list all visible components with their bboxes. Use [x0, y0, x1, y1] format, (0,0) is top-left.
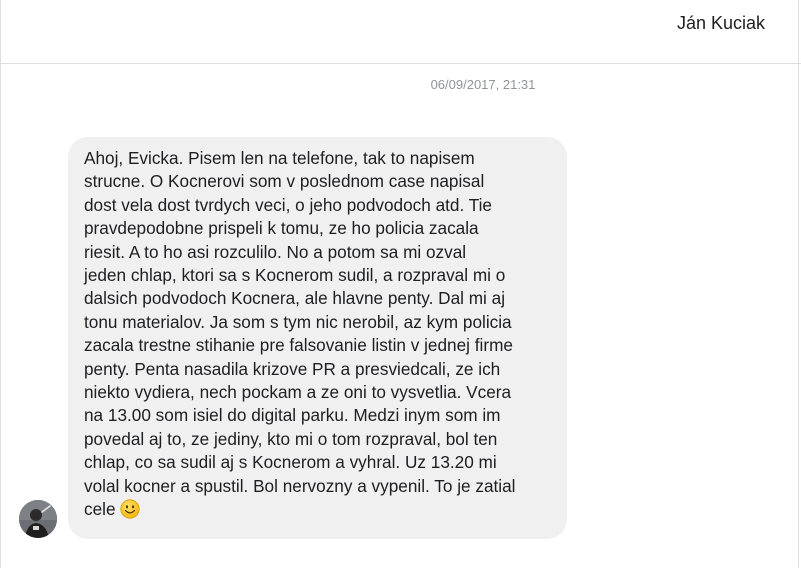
message-line: strucne. O Kocnerovi som v poslednom cas… — [84, 171, 485, 192]
message-timestamp: 06/09/2017, 21:31 — [430, 77, 536, 92]
smiling-face-icon — [119, 499, 140, 519]
message-line: Ahoj, Evicka. Pisem len na telefone, tak… — [84, 148, 475, 168]
message-line: cele — [84, 499, 116, 520]
message-last-line: cele — [84, 498, 549, 521]
conversation-header: Ján Kuciak — [0, 0, 801, 64]
message-line: volal kocner a spustil. Bol nervozny a v… — [84, 475, 516, 496]
message-line: dalsich podvodoch Kocnera, ale hlavne pe… — [84, 288, 506, 309]
message-bubble[interactable]: Ahoj, Evicka. Pisem len na telefone, tak… — [68, 137, 567, 539]
message-line: na 13.00 som isiel do digital parku. Med… — [84, 405, 501, 426]
message-line: jeden chlap, ktori sa s Kocnerom sudil, … — [84, 265, 506, 286]
message-line: zacala trestne stihanie pre falsovanie l… — [84, 335, 513, 356]
message-line: tonu materialov. Ja som s tym nic nerobi… — [84, 311, 512, 332]
message-line: pravdepodobne prispeli k tomu, ze ho pol… — [84, 218, 479, 239]
message-line: niekto vydiera, nech pockam a ze oni to … — [84, 382, 512, 403]
avatar[interactable] — [19, 500, 57, 538]
message-line: povedal aj to, ze jediny, kto mi o tom r… — [84, 428, 498, 449]
message-line: penty. Penta nasadila krizove PR a presv… — [84, 358, 501, 379]
message-line: dost vela dost tvrdych veci, o jeho podv… — [84, 194, 492, 215]
message-line: chlap, co sa sudil aj s Kocnerom a vyhra… — [84, 452, 497, 473]
message-line: riesit. A to ho asi rozculilo. No a poto… — [84, 241, 467, 262]
contact-name[interactable]: Ján Kuciak — [677, 13, 765, 34]
